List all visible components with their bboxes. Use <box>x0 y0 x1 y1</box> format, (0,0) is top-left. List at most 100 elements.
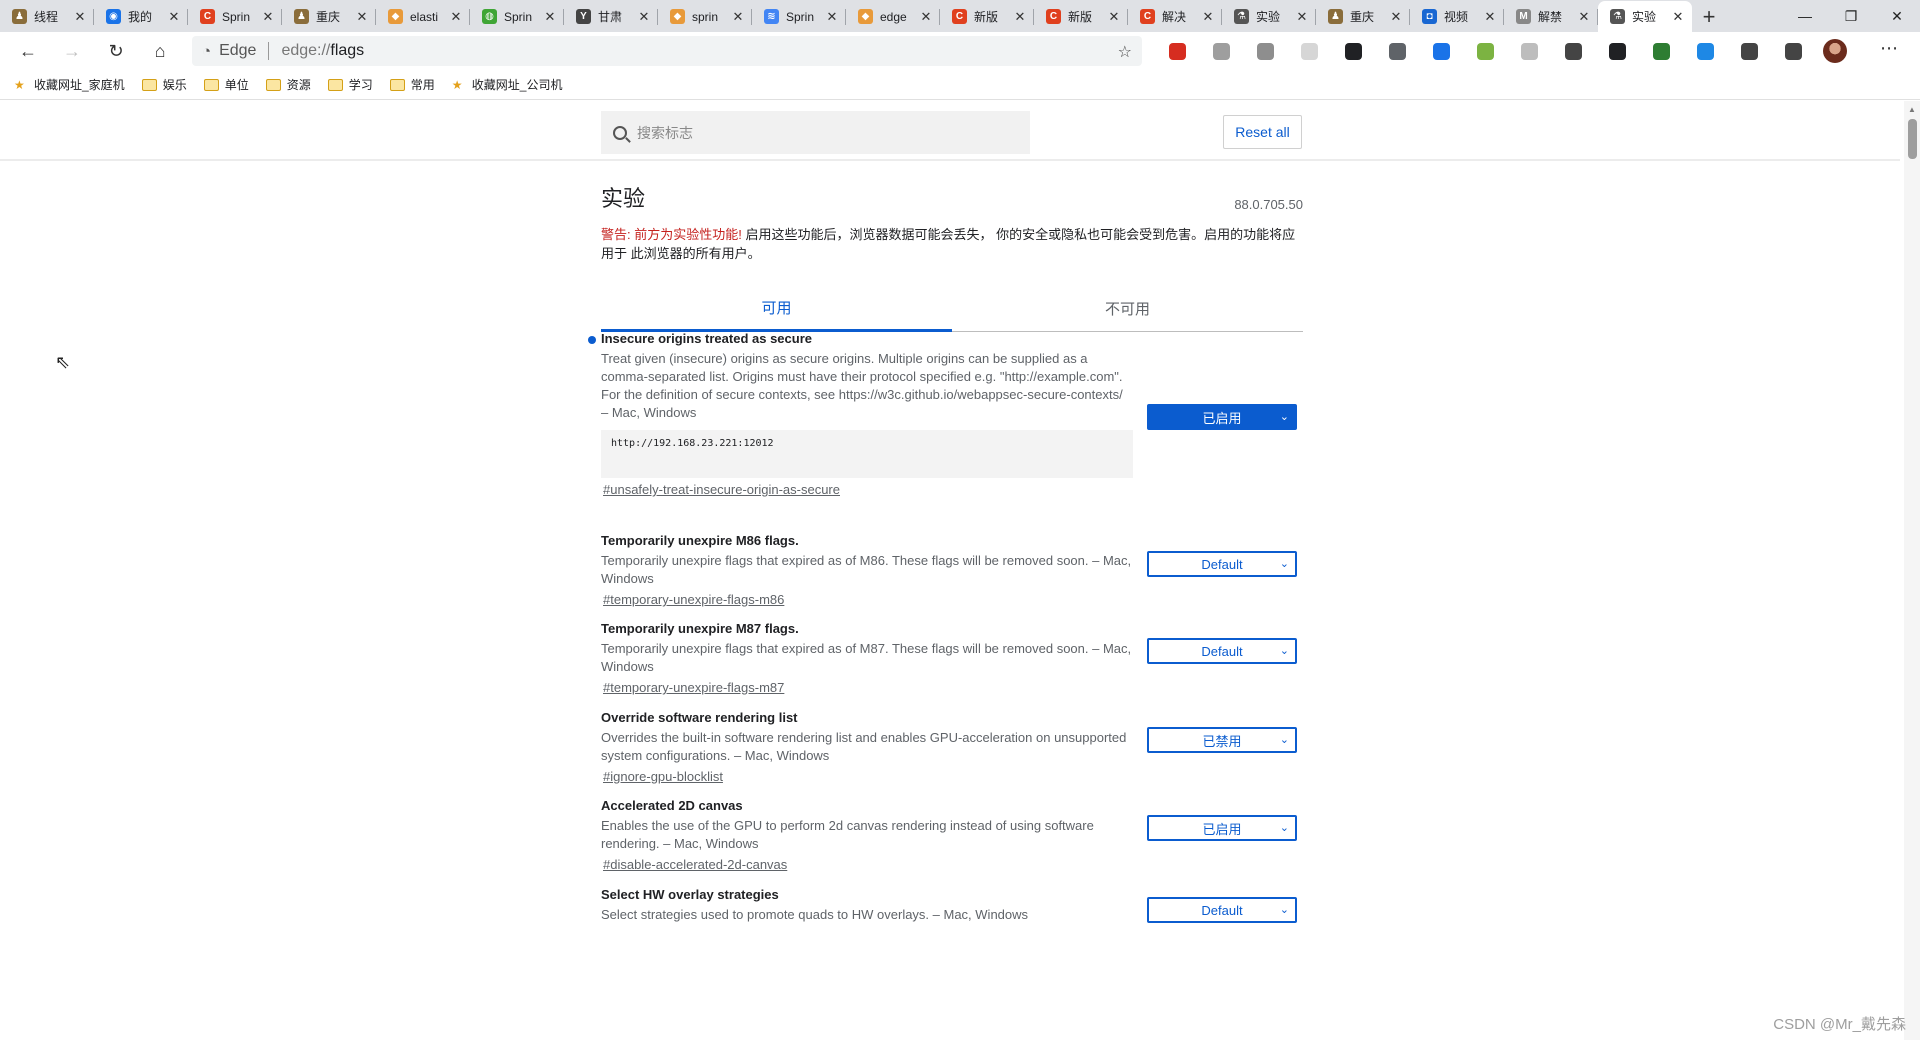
game-extension-icon[interactable] <box>1331 35 1375 67</box>
tab-title: 视频 <box>1444 10 1469 24</box>
flag-state-select[interactable]: 已启用 ⌄ <box>1147 815 1297 841</box>
tab-close-icon[interactable]: ✕ <box>636 9 652 25</box>
tab-close-icon[interactable]: ✕ <box>918 9 934 25</box>
add-favorite-icon[interactable]: ☆ <box>1118 42 1132 62</box>
flag-state-select[interactable]: Default ⌄ <box>1147 897 1297 923</box>
tab-unavailable[interactable]: 不可用 <box>952 285 1303 331</box>
browser-tab[interactable]: C 解决 ✕ <box>1128 1 1222 32</box>
flag-anchor-link[interactable]: #ignore-gpu-blocklist <box>603 769 723 784</box>
browser-tab[interactable]: ◆ edge ✕ <box>846 1 940 32</box>
browser-tab[interactable]: Y 甘肃 ✕ <box>564 1 658 32</box>
tab-title: 实验 <box>1256 10 1281 24</box>
toolbar: ← → ↻ ⌂ ◔ Edge edge:// flags ☆ ⋯ <box>0 32 1920 70</box>
forward-button[interactable]: → <box>56 35 88 67</box>
tab-close-icon[interactable]: ✕ <box>1294 9 1310 25</box>
cursor-extension-icon[interactable] <box>1375 35 1419 67</box>
back-button[interactable]: ← <box>12 35 44 67</box>
flag-description: Treat given (insecure) origins as secure… <box>601 351 1123 420</box>
bookmark-item[interactable]: 单位 <box>203 76 249 93</box>
tab-close-icon[interactable]: ✕ <box>1012 9 1028 25</box>
flag-anchor-link[interactable]: #temporary-unexpire-flags-m87 <box>603 680 784 695</box>
tab-available[interactable]: 可用 <box>601 285 952 332</box>
flag-state-value: Default <box>1201 556 1243 572</box>
tab-close-icon[interactable]: ✕ <box>166 9 182 25</box>
tab-close-icon[interactable]: ✕ <box>260 9 276 25</box>
home-button[interactable]: ⌂ <box>144 35 176 67</box>
browser-tab[interactable]: M 解禁 ✕ <box>1504 1 1598 32</box>
flag-state-select[interactable]: 已禁用 ⌄ <box>1147 727 1297 753</box>
flag-origins-textarea[interactable]: http://192.168.23.221:12012 <box>601 430 1133 478</box>
minimize-button[interactable]: — <box>1782 0 1828 32</box>
moon-extension-icon[interactable] <box>1507 35 1551 67</box>
flag-description: Select strategies used to promote quads … <box>601 907 1029 922</box>
tab-close-icon[interactable]: ✕ <box>72 9 88 25</box>
abp-extension-icon[interactable] <box>1155 35 1199 67</box>
address-bar[interactable]: ◔ Edge edge:// flags ☆ <box>192 36 1142 66</box>
profile-avatar[interactable] <box>1823 39 1847 63</box>
cloud-extension-icon[interactable] <box>1199 35 1243 67</box>
terminal-extension-icon[interactable] <box>1595 35 1639 67</box>
flag-state-select[interactable]: Default ⌄ <box>1147 638 1297 664</box>
page-scrollbar[interactable]: ▲ <box>1904 101 1920 1040</box>
flag-anchor-link[interactable]: #unsafely-treat-insecure-origin-as-secur… <box>603 482 840 497</box>
tab-close-icon[interactable]: ✕ <box>1106 9 1122 25</box>
tab-close-icon[interactable]: ✕ <box>1482 9 1498 25</box>
abp-icon <box>1168 42 1186 60</box>
browser-tab[interactable]: C 新版 ✕ <box>1034 1 1128 32</box>
more-menu-icon[interactable]: ⋯ <box>1880 38 1898 59</box>
tab-close-icon[interactable]: ✕ <box>448 9 464 25</box>
reset-all-button[interactable]: Reset all <box>1223 115 1302 149</box>
flag-search-input[interactable]: 搜索标志 <box>601 111 1030 154</box>
browser-tab[interactable]: ⚗ 实验 ✕ <box>1222 1 1316 32</box>
browser-tab[interactable]: C 新版 ✕ <box>940 1 1034 32</box>
shield-extension-icon[interactable] <box>1243 35 1287 67</box>
earth-extension-icon[interactable] <box>1639 35 1683 67</box>
browser-tab[interactable]: ◘ 视频 ✕ <box>1410 1 1504 32</box>
bookmark-item[interactable]: 娱乐 <box>141 76 187 93</box>
browser-tab[interactable]: ≋ Sprin ✕ <box>752 1 846 32</box>
tab-close-icon[interactable]: ✕ <box>542 9 558 25</box>
browser-tab[interactable]: ◆ sprin ✕ <box>658 1 752 32</box>
tab-close-icon[interactable]: ✕ <box>354 9 370 25</box>
globe-extension-icon[interactable] <box>1419 35 1463 67</box>
browser-tab[interactable]: ◉ 我的 ✕ <box>94 1 188 32</box>
bookmark-item[interactable]: 学习 <box>327 76 373 93</box>
tab-close-icon[interactable]: ✕ <box>1670 9 1686 25</box>
new-tab-button[interactable]: + <box>1692 1 1726 32</box>
tab-close-icon[interactable]: ✕ <box>1576 9 1592 25</box>
flag-state-select[interactable]: Default ⌄ <box>1147 551 1297 577</box>
collections-extension-icon[interactable] <box>1771 35 1815 67</box>
refresh-button[interactable]: ↻ <box>100 35 132 67</box>
scroll-up-icon[interactable]: ▲ <box>1908 105 1916 114</box>
tab-title: 解决 <box>1162 10 1187 24</box>
favorites-extension-icon[interactable] <box>1727 35 1771 67</box>
flag-anchor-link[interactable]: #temporary-unexpire-flags-m86 <box>603 592 784 607</box>
tab-extension-icon[interactable] <box>1287 35 1331 67</box>
flag-anchor-link[interactable]: #disable-accelerated-2d-canvas <box>603 857 787 872</box>
bookmark-item[interactable]: 常用 <box>389 76 435 93</box>
restore-button[interactable]: ❐ <box>1828 0 1874 32</box>
tab-close-icon[interactable]: ✕ <box>1388 9 1404 25</box>
flag-item: Select HW overlay strategies Select strat… <box>601 887 1303 924</box>
browser-tab[interactable]: ◆ elasti ✕ <box>376 1 470 32</box>
bookmark-item[interactable]: ★ 收藏网址_公司机 <box>452 76 563 93</box>
close-window-button[interactable]: ✕ <box>1874 0 1920 32</box>
browser-tab[interactable]: ⚗ 实验 ✕ <box>1598 1 1692 32</box>
tab-title: 实验 <box>1632 10 1657 24</box>
browser-tab[interactable]: ♟ 重庆 ✕ <box>1316 1 1410 32</box>
tab-close-icon[interactable]: ✕ <box>730 9 746 25</box>
yoyo-extension-icon[interactable] <box>1463 35 1507 67</box>
chart-extension-icon[interactable] <box>1683 35 1727 67</box>
browser-tab[interactable]: ♟ 线程 ✕ <box>0 1 94 32</box>
browser-tab[interactable]: ♟ 重庆 ✕ <box>282 1 376 32</box>
bookmark-item[interactable]: ★ 收藏网址_家庭机 <box>14 76 125 93</box>
browser-tab[interactable]: C Sprin ✕ <box>188 1 282 32</box>
browser-tab[interactable]: ◍ Sprin ✕ <box>470 1 564 32</box>
screenshot-extension-icon[interactable] <box>1551 35 1595 67</box>
tab-close-icon[interactable]: ✕ <box>1200 9 1216 25</box>
tab-favicon-icon: ♟ <box>12 9 27 24</box>
scroll-thumb[interactable] <box>1908 119 1917 159</box>
flag-state-select[interactable]: 已启用 ⌄ <box>1147 404 1297 430</box>
tab-close-icon[interactable]: ✕ <box>824 9 840 25</box>
bookmark-item[interactable]: 资源 <box>265 76 311 93</box>
